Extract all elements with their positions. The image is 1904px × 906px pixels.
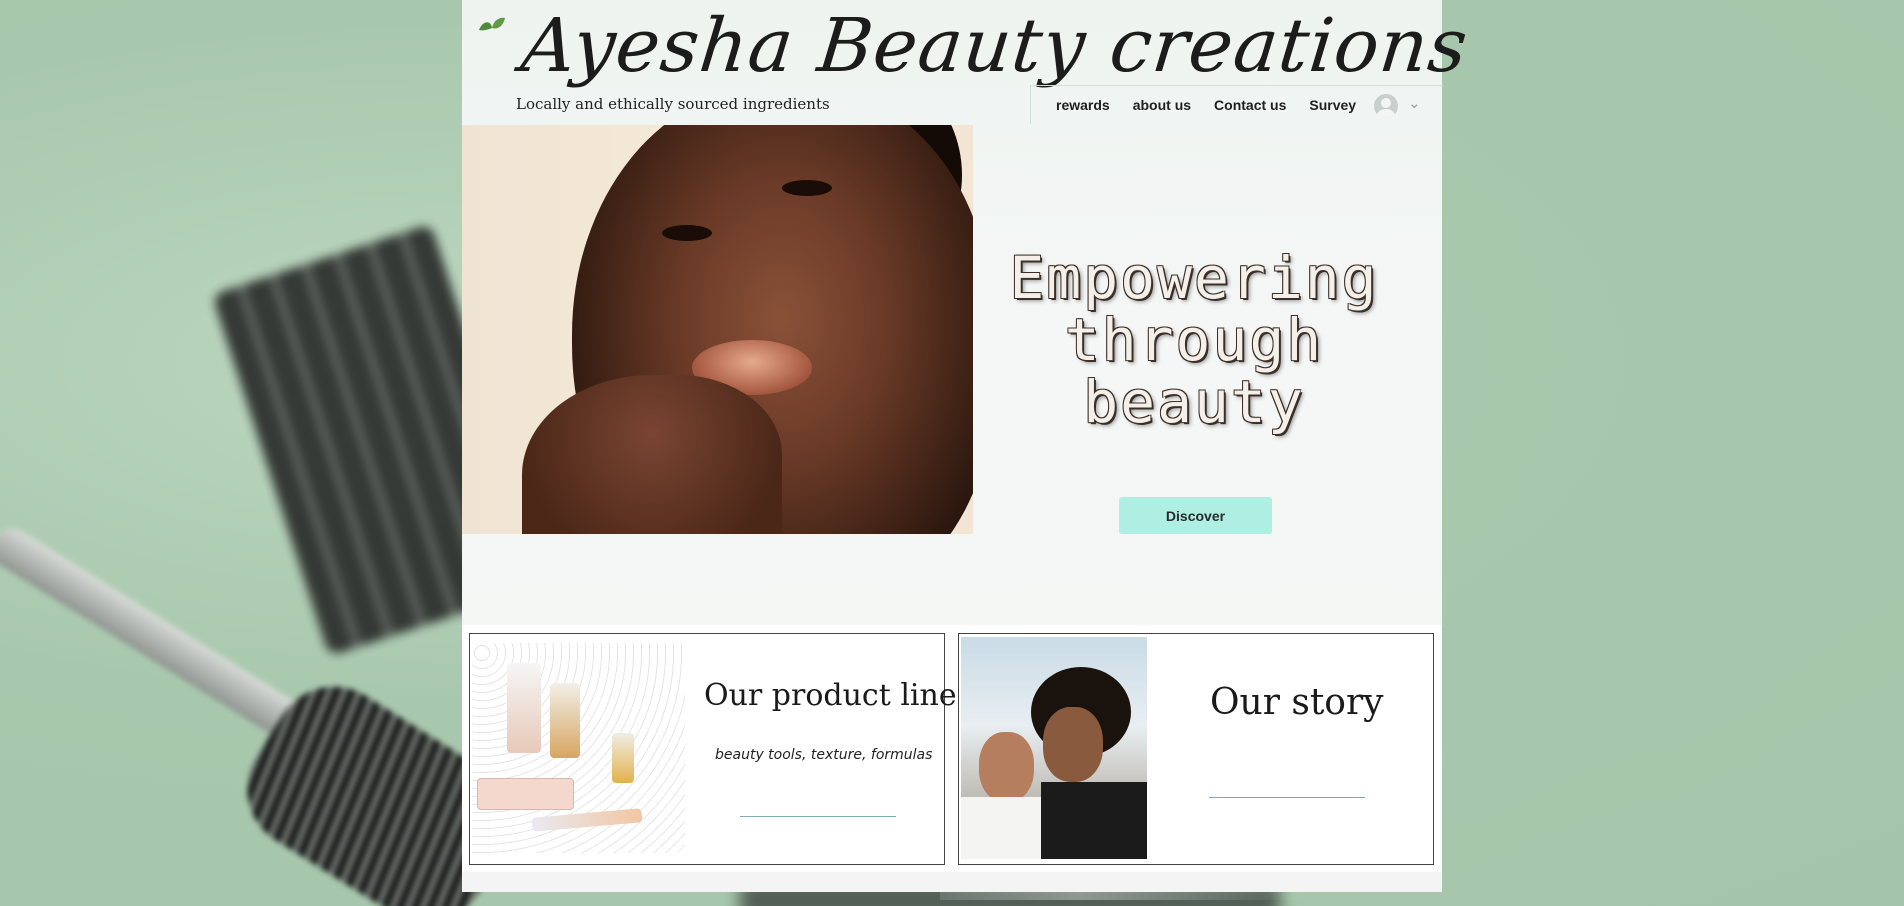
our-story-card[interactable]: Our story — [958, 633, 1434, 865]
cards-strip: Our product line beauty tools, texture, … — [462, 625, 1442, 872]
our-story-title: Our story — [1210, 682, 1384, 723]
divider — [740, 816, 896, 817]
discover-button[interactable]: Discover — [1119, 497, 1272, 534]
hero-hand — [522, 375, 782, 534]
nav-item-rewards[interactable]: rewards — [1056, 97, 1110, 113]
hero-headline: Empowering through beauty — [1009, 244, 1379, 436]
product-compact — [477, 778, 574, 810]
hero-image — [462, 125, 973, 534]
photo-shirt — [961, 797, 1041, 859]
product-line-subtitle: beauty tools, texture, formulas — [715, 747, 933, 763]
hero-eye — [782, 180, 832, 196]
user-avatar-icon[interactable] — [1374, 94, 1398, 118]
product-bottle — [507, 663, 541, 753]
nav-item-contact-us[interactable]: Contact us — [1214, 97, 1286, 113]
product-bottle — [612, 733, 634, 783]
photo-shirt — [1041, 782, 1147, 859]
divider — [1209, 797, 1365, 798]
hero-eye — [662, 225, 712, 241]
leaf-logo-icon — [479, 17, 505, 31]
site-panel: Ayesha Beauty creations Locally and ethi… — [462, 0, 1472, 892]
tagline: Locally and ethically sourced ingredient… — [516, 95, 830, 113]
product-line-title: Our product line — [704, 678, 957, 713]
product-line-image — [472, 643, 685, 853]
main-nav: rewards about us Contact us Survey ⌄ — [1030, 85, 1443, 124]
brand-title[interactable]: Ayesha Beauty creations — [517, 0, 1473, 96]
nav-item-survey[interactable]: Survey — [1309, 97, 1356, 113]
photo-face — [979, 732, 1034, 802]
product-line-card[interactable]: Our product line beauty tools, texture, … — [469, 633, 957, 865]
product-bottle — [550, 683, 580, 758]
nav-item-about-us[interactable]: about us — [1133, 97, 1191, 113]
chevron-down-icon[interactable]: ⌄ — [1408, 94, 1421, 112]
photo-face — [1043, 707, 1103, 782]
our-story-image — [961, 637, 1147, 859]
